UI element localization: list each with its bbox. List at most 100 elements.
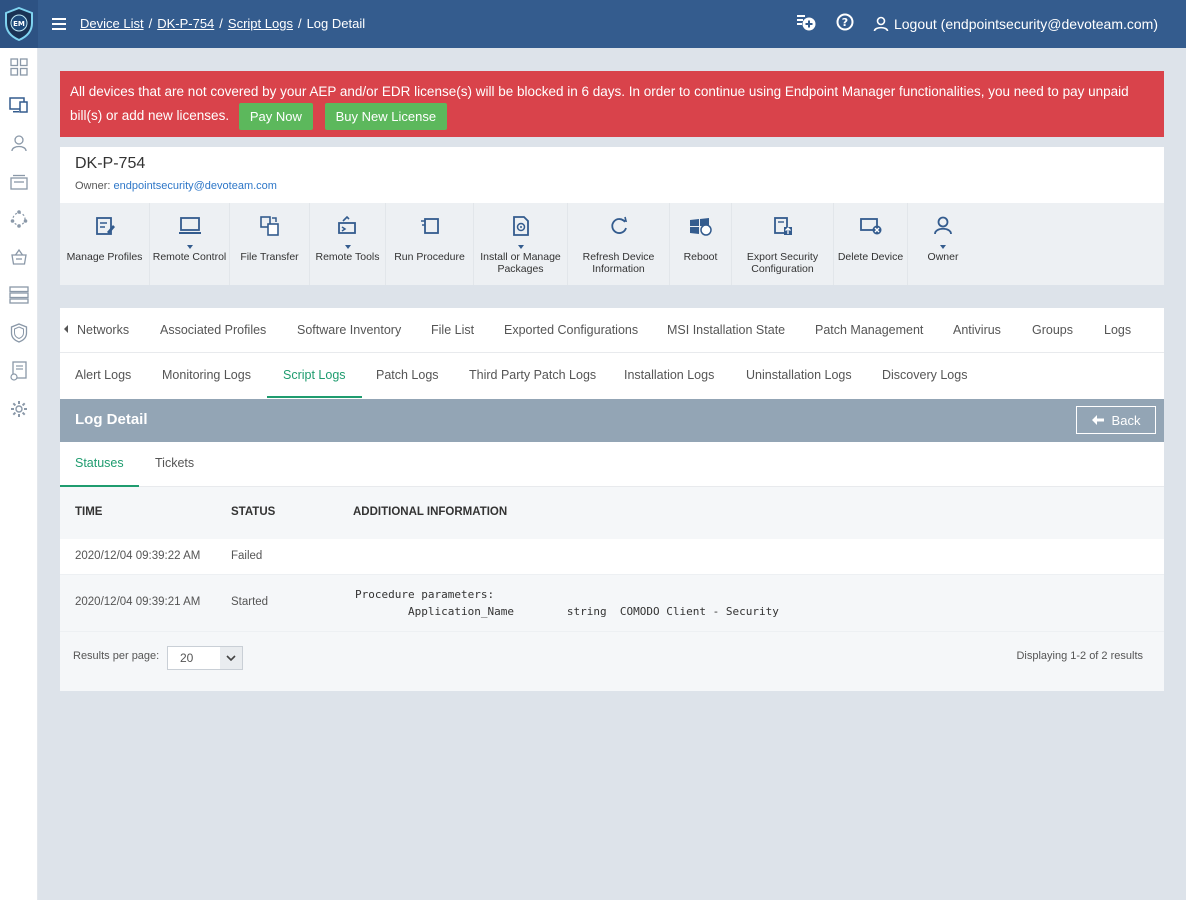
- delete-device-button[interactable]: Delete Device: [834, 203, 908, 285]
- tab-msi-installation-state[interactable]: MSI Installation State: [667, 308, 785, 353]
- row-status: Started: [231, 596, 269, 608]
- tab-uninstallation-logs[interactable]: Uninstallation Logs: [746, 353, 852, 398]
- add-device-icon[interactable]: [795, 12, 817, 35]
- delete-device-icon: [859, 218, 881, 235]
- back-button[interactable]: Back: [1076, 406, 1156, 434]
- tool-label: Run Procedure: [394, 251, 465, 263]
- refresh-device-button[interactable]: Refresh Device Information: [568, 203, 670, 285]
- tab-patch-management[interactable]: Patch Management: [815, 308, 923, 353]
- menu-toggle-icon[interactable]: [52, 14, 66, 34]
- manage-profiles-icon: [95, 217, 115, 235]
- tab-patch-logs[interactable]: Patch Logs: [376, 353, 439, 398]
- column-header-status[interactable]: STATUS: [231, 506, 275, 518]
- column-header-time[interactable]: TIME: [75, 506, 102, 518]
- tab-discovery-logs[interactable]: Discovery Logs: [882, 353, 967, 398]
- breadcrumb-device[interactable]: DK-P-754: [157, 16, 214, 31]
- tab-statuses[interactable]: Statuses: [60, 442, 139, 487]
- device-details-panel: Networks Associated Profiles Software In…: [60, 308, 1164, 691]
- left-sidebar: [0, 48, 38, 900]
- top-actions: ? Logout (endpointsecurity@devoteam.com): [795, 12, 1158, 35]
- results-count: Displaying 1-2 of 2 results: [1016, 650, 1143, 662]
- users-icon[interactable]: [0, 124, 38, 162]
- device-tabs: Networks Associated Profiles Software In…: [60, 308, 1164, 353]
- tabs-scroll-left-icon[interactable]: [64, 325, 68, 333]
- tab-script-logs[interactable]: Script Logs: [267, 353, 362, 398]
- table-header: TIME STATUS ADDITIONAL INFORMATION: [60, 487, 1164, 539]
- column-header-additional-information[interactable]: ADDITIONAL INFORMATION: [353, 506, 507, 518]
- user-icon: [873, 16, 889, 31]
- tab-tickets[interactable]: Tickets: [155, 442, 194, 487]
- tab-antivirus[interactable]: Antivirus: [953, 308, 1001, 353]
- remote-tools-button[interactable]: Remote Tools: [310, 203, 386, 285]
- tool-label: Refresh Device Information: [582, 251, 655, 275]
- tab-groups[interactable]: Groups: [1032, 308, 1073, 353]
- breadcrumb-separator: /: [148, 16, 153, 31]
- dashboard-icon[interactable]: [0, 48, 38, 86]
- server-icon[interactable]: [0, 276, 38, 314]
- store-icon[interactable]: [0, 238, 38, 276]
- file-transfer-button[interactable]: File Transfer: [230, 203, 310, 285]
- run-procedure-button[interactable]: Run Procedure: [386, 203, 474, 285]
- owner-email-link[interactable]: endpointsecurity@devoteam.com: [114, 180, 277, 192]
- tab-file-list[interactable]: File List: [431, 308, 474, 353]
- refresh-icon: [610, 216, 627, 234]
- log-type-tabs: Alert Logs Monitoring Logs Script Logs P…: [60, 353, 1164, 398]
- tool-label: Install or Manage Packages: [480, 251, 561, 275]
- devices-icon[interactable]: [0, 86, 38, 124]
- device-name: DK-P-754: [75, 155, 146, 172]
- log-detail-title: Log Detail: [75, 411, 148, 428]
- arrow-left-icon: [1091, 415, 1104, 425]
- tab-software-inventory[interactable]: Software Inventory: [297, 308, 401, 353]
- results-per-page-label: Results per page:: [73, 650, 160, 662]
- export-icon: [773, 217, 792, 235]
- tool-label: File Transfer: [240, 251, 299, 263]
- tab-installation-logs[interactable]: Installation Logs: [624, 353, 714, 398]
- pagination-footer: Results per page: 20 Displaying 1-2 of 2…: [60, 632, 1164, 691]
- remote-control-button[interactable]: Remote Control: [150, 203, 230, 285]
- reports-icon[interactable]: [0, 352, 38, 390]
- owner-label: Owner:: [75, 180, 111, 192]
- tool-label: Delete Device: [837, 251, 904, 263]
- results-per-page-select[interactable]: 20: [167, 646, 243, 670]
- network-icon[interactable]: [0, 200, 38, 238]
- run-procedure-icon: [420, 218, 439, 234]
- tab-monitoring-logs[interactable]: Monitoring Logs: [162, 353, 251, 398]
- configuration-icon[interactable]: [0, 162, 38, 200]
- breadcrumb-separator: /: [297, 16, 302, 31]
- device-toolbar: Manage Profiles Remote Control File Tran…: [60, 203, 1164, 285]
- tool-label: Remote Control: [152, 251, 227, 263]
- tab-logs[interactable]: Logs: [1104, 308, 1131, 353]
- app-logo[interactable]: EM: [0, 0, 38, 48]
- log-detail-header: Log Detail Back: [60, 399, 1164, 442]
- device-card: DK-P-754 Owner: endpointsecurity@devotea…: [60, 147, 1164, 285]
- buy-license-button[interactable]: Buy New License: [324, 103, 448, 130]
- settings-icon[interactable]: [0, 390, 38, 428]
- export-security-button[interactable]: Export Security Configuration: [732, 203, 834, 285]
- breadcrumb: Device List / DK-P-754 / Script Logs / L…: [80, 16, 365, 31]
- logout-button[interactable]: Logout (endpointsecurity@devoteam.com): [873, 16, 1158, 32]
- tab-alert-logs[interactable]: Alert Logs: [75, 353, 131, 398]
- reboot-button[interactable]: Reboot: [670, 203, 732, 285]
- security-icon[interactable]: [0, 314, 38, 352]
- tab-networks[interactable]: Networks: [77, 308, 129, 353]
- breadcrumb-separator: /: [219, 16, 223, 31]
- detail-tabs: Statuses Tickets: [60, 442, 1164, 487]
- help-icon[interactable]: ?: [835, 12, 855, 35]
- owner-button[interactable]: Owner: [908, 203, 978, 285]
- tab-exported-configurations[interactable]: Exported Configurations: [504, 308, 638, 353]
- packages-icon: [512, 216, 529, 236]
- tab-associated-profiles[interactable]: Associated Profiles: [160, 308, 266, 353]
- install-packages-button[interactable]: Install or Manage Packages: [474, 203, 568, 285]
- back-label: Back: [1111, 412, 1141, 428]
- breadcrumb-script-logs[interactable]: Script Logs: [228, 16, 293, 31]
- tab-third-party-patch-logs[interactable]: Third Party Patch Logs: [469, 353, 596, 398]
- pay-now-button[interactable]: Pay Now: [238, 103, 313, 130]
- tool-label: Owner: [927, 251, 959, 263]
- row-time: 2020/12/04 09:39:21 AM: [75, 596, 201, 608]
- logout-label: Logout (endpointsecurity@devoteam.com): [893, 15, 1158, 32]
- table-row: 2020/12/04 09:39:22 AM Failed: [60, 539, 1164, 575]
- breadcrumb-device-list[interactable]: Device List: [80, 16, 144, 31]
- svg-text:?: ?: [842, 16, 848, 29]
- manage-profiles-button[interactable]: Manage Profiles: [60, 203, 150, 285]
- tool-label: Manage Profiles: [66, 251, 143, 263]
